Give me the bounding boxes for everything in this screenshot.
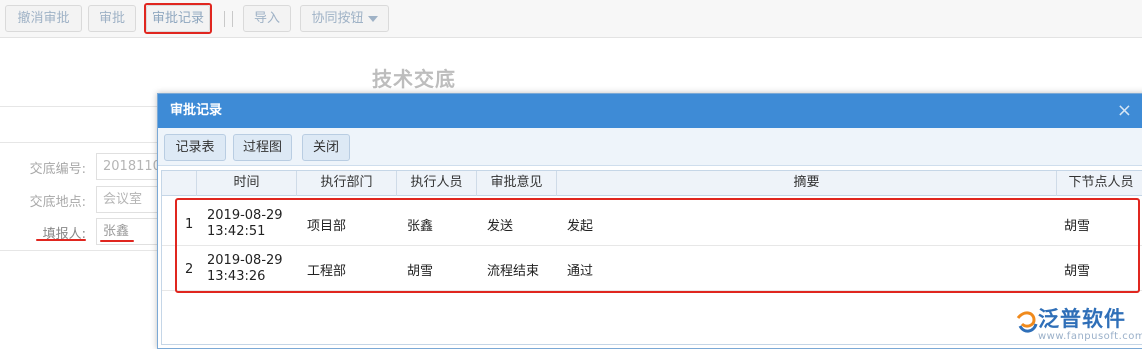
collab-button-label: 协同按钮 bbox=[311, 11, 364, 26]
field-label-code: 交底编号: bbox=[29, 162, 86, 177]
divider bbox=[0, 106, 160, 107]
column-header-next: 下节点人员 bbox=[1068, 175, 1134, 190]
field-label-location: 交底地点: bbox=[29, 195, 86, 210]
column-header-dept: 执行部门 bbox=[297, 171, 397, 196]
highlight-box-rows bbox=[175, 198, 1140, 293]
import-button[interactable]: 导入 bbox=[243, 5, 291, 32]
close-icon[interactable]: × bbox=[1117, 94, 1132, 128]
highlight-underline bbox=[36, 239, 86, 241]
location-field[interactable]: 会议室 bbox=[96, 186, 166, 213]
table-header: 时间 执行部门 执行人员 审批意见 摘要 下节点人员 bbox=[162, 171, 1142, 196]
divider bbox=[0, 250, 160, 251]
brand-url: www.fanpusoft.com bbox=[1038, 331, 1142, 342]
process-chart-button[interactable]: 过程图 bbox=[233, 134, 292, 161]
code-field[interactable]: 2018110 bbox=[96, 153, 166, 180]
brand-name: 泛普软件 bbox=[1038, 307, 1126, 331]
column-header-opinion: 审批意见 bbox=[477, 171, 557, 196]
chevron-down-icon bbox=[367, 15, 378, 22]
dialog-toolbar: 记录表 过程图 关闭 bbox=[158, 128, 1142, 166]
dialog-title: 审批记录 bbox=[170, 103, 223, 118]
highlight-box-approval-record bbox=[144, 3, 212, 34]
column-header-index bbox=[162, 171, 197, 196]
approve-button[interactable]: 审批 bbox=[88, 5, 136, 32]
column-header-time: 时间 bbox=[197, 171, 297, 196]
page-title: 技术交底 bbox=[372, 67, 456, 91]
toolbar-divider bbox=[224, 11, 225, 27]
column-header-summary: 摘要 bbox=[557, 171, 1057, 196]
highlight-underline bbox=[100, 240, 134, 242]
record-table-button[interactable]: 记录表 bbox=[164, 134, 226, 161]
collab-dropdown-button[interactable]: 协同按钮 bbox=[300, 5, 389, 32]
divider bbox=[0, 142, 160, 143]
toolbar-divider bbox=[232, 11, 233, 27]
column-header-person: 执行人员 bbox=[397, 171, 477, 196]
close-button[interactable]: 关闭 bbox=[302, 134, 350, 161]
cancel-approve-button[interactable]: 撤消审批 bbox=[5, 5, 82, 32]
dialog-header: 审批记录 × bbox=[158, 94, 1142, 128]
